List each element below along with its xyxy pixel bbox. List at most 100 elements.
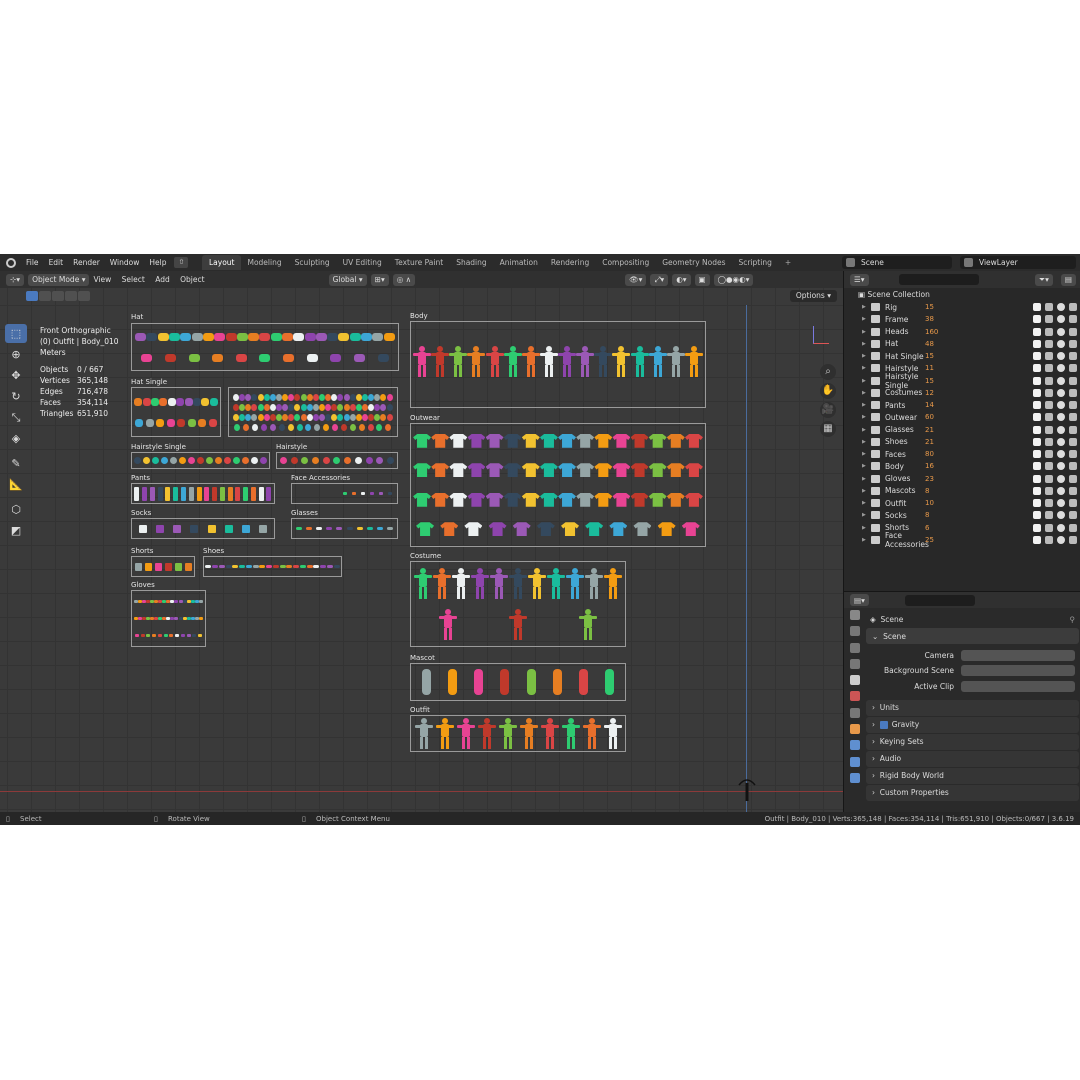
asset-thumbnail[interactable] [374,413,381,421]
asset-thumbnail[interactable] [439,608,457,641]
render-tab-icon[interactable] [850,626,860,637]
asset-thumbnail[interactable] [365,457,373,464]
asset-thumbnail[interactable] [343,413,350,421]
asset-thumbnail[interactable] [306,527,313,530]
asset-thumbnail[interactable] [184,397,193,406]
asset-thumbnail[interactable] [576,433,595,448]
asset-thumbnail[interactable] [322,457,330,464]
asset-thumbnail[interactable] [242,457,249,464]
expand-arrow-icon[interactable]: ▶ [862,537,868,543]
asset-thumbnail[interactable] [380,393,387,401]
asset-thumbnail[interactable] [336,527,343,530]
asset-thumbnail[interactable] [239,413,246,421]
select-subtract-icon[interactable] [52,291,64,301]
asset-thumbnail[interactable] [630,345,649,384]
expand-arrow-icon[interactable]: ▶ [862,439,868,445]
menu-add[interactable]: Add [151,275,174,284]
eye-icon[interactable] [1057,474,1065,483]
selectable-arrow-icon[interactable] [1045,437,1053,446]
asset-thumbnail[interactable] [196,486,202,501]
exclude-checkbox[interactable] [1033,511,1041,520]
asset-thumbnail[interactable] [257,393,264,401]
asset-thumbnail[interactable] [319,413,326,421]
asset-thumbnail[interactable] [331,403,338,411]
exclude-checkbox[interactable] [1033,474,1041,483]
asset-thumbnail[interactable] [251,403,258,411]
outliner-row[interactable]: ▶ Outwear 60 [844,411,1080,423]
asset-thumbnail[interactable] [239,393,246,401]
asset-thumbnail[interactable] [349,403,356,411]
asset-thumbnail[interactable] [684,463,703,478]
asset-thumbnail[interactable] [287,423,294,431]
asset-thumbnail[interactable] [233,403,240,411]
asset-thumbnail[interactable] [594,433,613,448]
asset-thumbnail[interactable] [312,413,319,421]
asset-thumbnail[interactable] [456,718,475,750]
asset-thumbnail[interactable] [386,413,393,421]
exclude-checkbox[interactable] [1033,339,1041,348]
asset-thumbnail[interactable] [603,718,622,750]
asset-thumbnail[interactable] [547,567,566,600]
asset-thumbnail[interactable] [337,413,344,421]
asset-thumbnail[interactable] [416,522,435,537]
asset-thumbnail[interactable] [377,353,389,362]
scene-selector[interactable]: Scene [842,256,952,269]
eye-icon[interactable] [1057,303,1065,312]
asset-thumbnail[interactable] [413,492,432,507]
asset-thumbnail[interactable] [282,413,289,421]
asset-thumbnail[interactable] [485,463,504,478]
selectable-arrow-icon[interactable] [1045,450,1053,459]
asset-thumbnail[interactable] [214,332,226,341]
asset-thumbnail[interactable] [144,562,152,571]
exclude-checkbox[interactable] [1033,413,1041,422]
asset-thumbnail[interactable] [157,332,169,341]
asset-thumbnail[interactable] [612,433,631,448]
eye-icon[interactable] [1057,462,1065,471]
exclude-checkbox[interactable] [1033,352,1041,361]
background-scene-field[interactable] [961,665,1075,677]
outliner-row[interactable]: ▶ Shoes 21 [844,436,1080,448]
asset-thumbnail[interactable] [467,463,486,478]
asset-thumbnail[interactable] [236,332,248,341]
asset-thumbnail[interactable] [134,486,140,501]
eye-icon[interactable] [1057,413,1065,422]
asset-thumbnail[interactable] [612,463,631,478]
eye-icon[interactable] [1057,339,1065,348]
view-layer-tab-icon[interactable] [850,658,860,669]
asset-thumbnail[interactable] [485,492,504,507]
asset-thumbnail[interactable] [333,457,341,464]
asset-thumbnail[interactable] [327,332,339,341]
expand-arrow-icon[interactable]: ▶ [862,500,868,506]
asset-thumbnail[interactable] [257,413,264,421]
render-camera-icon[interactable] [1069,401,1077,410]
asset-thumbnail[interactable] [666,463,685,478]
asset-thumbnail[interactable] [312,393,319,401]
asset-thumbnail[interactable] [316,527,323,530]
eye-icon[interactable] [1057,376,1065,385]
selectable-arrow-icon[interactable] [1045,401,1053,410]
asset-thumbnail[interactable] [263,413,270,421]
proportional-edit-icon[interactable]: ◎ ∧ [392,273,416,286]
exclude-checkbox[interactable] [1033,499,1041,508]
asset-thumbnail[interactable] [684,345,703,384]
asset-thumbnail[interactable] [319,393,326,401]
asset-thumbnail[interactable] [449,492,468,507]
exclude-checkbox[interactable] [1033,401,1041,410]
asset-thumbnail[interactable] [293,332,305,341]
asset-thumbnail[interactable] [306,393,313,401]
selectable-arrow-icon[interactable] [1045,352,1053,361]
eye-icon[interactable] [1057,364,1065,373]
asset-thumbnail[interactable] [467,345,486,384]
asset-thumbnail[interactable] [188,353,200,362]
asset-thumbnail[interactable] [269,423,276,431]
render-camera-icon[interactable] [1069,303,1077,312]
eye-icon[interactable] [1057,315,1065,324]
asset-thumbnail[interactable] [362,393,369,401]
asset-thumbnail[interactable] [169,634,174,637]
asset-thumbnail[interactable] [325,413,332,421]
asset-thumbnail[interactable] [163,634,168,637]
expand-arrow-icon[interactable]: ▶ [862,402,868,408]
asset-thumbnail[interactable] [684,433,703,448]
asset-thumbnail[interactable] [179,457,186,464]
asset-thumbnail[interactable] [376,423,383,431]
